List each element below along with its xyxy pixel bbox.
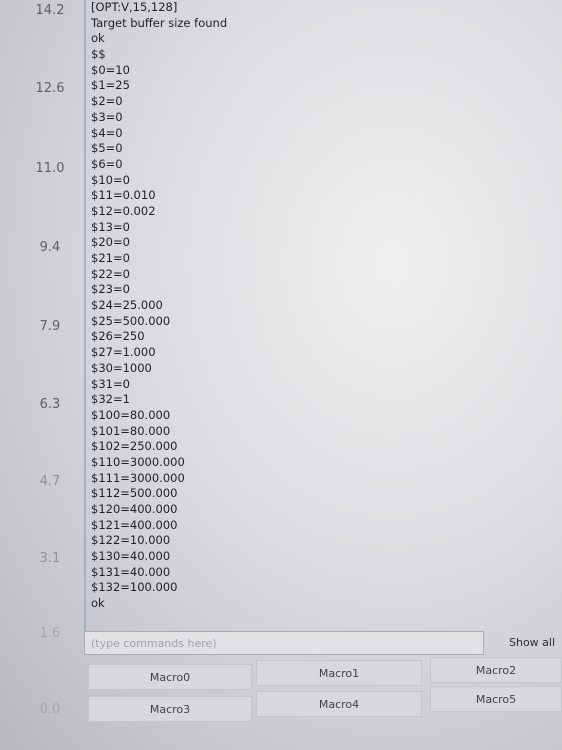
axis-tick: 4.7 bbox=[39, 474, 61, 489]
macro1-button[interactable]: Macro1 bbox=[256, 660, 422, 686]
console-line: $130=40.000 bbox=[91, 549, 171, 564]
console-line: $100=80.000 bbox=[91, 407, 171, 422]
console-line: $12=0.002 bbox=[91, 203, 156, 218]
console-line: ok bbox=[91, 596, 105, 611]
axis-tick: 12.6 bbox=[35, 81, 65, 96]
console-line: $4=0 bbox=[91, 125, 123, 140]
console-line: $5=0 bbox=[91, 141, 123, 156]
axis-tick: 0.0 bbox=[39, 702, 61, 717]
console-line: ok bbox=[91, 31, 105, 46]
command-bar: Show all bbox=[84, 630, 562, 660]
console-line: $10=0 bbox=[91, 172, 130, 187]
console-line: $111=3000.000 bbox=[91, 470, 185, 485]
console-line: $6=0 bbox=[91, 156, 123, 171]
console-log[interactable]: [OPT:V,15,128] Target buffer size found ok… bbox=[84, 0, 562, 636]
axis-tick: 11.0 bbox=[35, 161, 65, 176]
axis-tick: 3.1 bbox=[39, 551, 61, 566]
console-lines: [OPT:V,15,128] Target buffer size found ok… bbox=[86, 0, 562, 612]
console-line: $2=0 bbox=[91, 94, 123, 109]
console-line: $31=0 bbox=[91, 376, 130, 391]
console-line: $24=25.000 bbox=[91, 298, 163, 313]
console-line: $112=500.000 bbox=[91, 486, 178, 501]
console-line: $121=400.000 bbox=[91, 517, 178, 532]
console-line: $110=3000.000 bbox=[91, 454, 185, 469]
console-line: $32=1 bbox=[91, 392, 130, 407]
console-line: $26=250 bbox=[91, 329, 145, 344]
console-line: $21=0 bbox=[91, 251, 130, 265]
console-line: $22=0 bbox=[91, 266, 130, 281]
console-line: Target buffer size found bbox=[91, 15, 228, 30]
console-line: $102=250.000 bbox=[91, 439, 178, 454]
axis-tick: 9.4 bbox=[39, 240, 61, 255]
axis-tick: 7.9 bbox=[39, 319, 61, 334]
axis-tick: 14.2 bbox=[35, 3, 65, 18]
console-line: $132=100.000 bbox=[91, 580, 178, 595]
console-line: $11=0.010 bbox=[91, 188, 156, 203]
console-line: $3=0 bbox=[91, 109, 123, 124]
console-line: $120=400.000 bbox=[91, 502, 178, 516]
console-line: $1=25 bbox=[91, 78, 130, 93]
console-line: $27=1.000 bbox=[91, 345, 156, 360]
macro0-button[interactable]: Macro0 bbox=[88, 664, 252, 690]
axis-tick: 6.3 bbox=[39, 397, 61, 412]
console-line: [OPT:V,15,128] bbox=[91, 0, 178, 14]
macro5-button[interactable]: Macro5 bbox=[430, 686, 562, 712]
macro3-button[interactable]: Macro3 bbox=[88, 696, 252, 722]
console-line: $101=80.000 bbox=[91, 423, 171, 438]
console-line: $25=500.000 bbox=[91, 313, 171, 328]
console-line: $23=0 bbox=[91, 282, 130, 297]
console-line: $20=0 bbox=[91, 235, 130, 250]
app-window: 14.2 12.6 11.0 9.4 7.9 6.3 4.7 3.1 1.6 0… bbox=[0, 0, 562, 750]
show-all-button[interactable]: Show all bbox=[502, 631, 562, 655]
console-line: $131=40.000 bbox=[91, 564, 171, 579]
macro2-button[interactable]: Macro2 bbox=[430, 657, 562, 683]
console-line: $0=10 bbox=[91, 62, 130, 77]
y-axis-scale: 14.2 12.6 11.0 9.4 7.9 6.3 4.7 3.1 1.6 0… bbox=[0, 0, 84, 720]
command-input[interactable] bbox=[84, 631, 484, 655]
console-line: $$ bbox=[91, 47, 106, 62]
axis-tick: 1.6 bbox=[39, 626, 61, 641]
console-line: $122=10.000 bbox=[91, 533, 171, 548]
console-line: $13=0 bbox=[91, 219, 130, 234]
console-line: $30=1000 bbox=[91, 360, 152, 375]
macro4-button[interactable]: Macro4 bbox=[256, 691, 422, 717]
